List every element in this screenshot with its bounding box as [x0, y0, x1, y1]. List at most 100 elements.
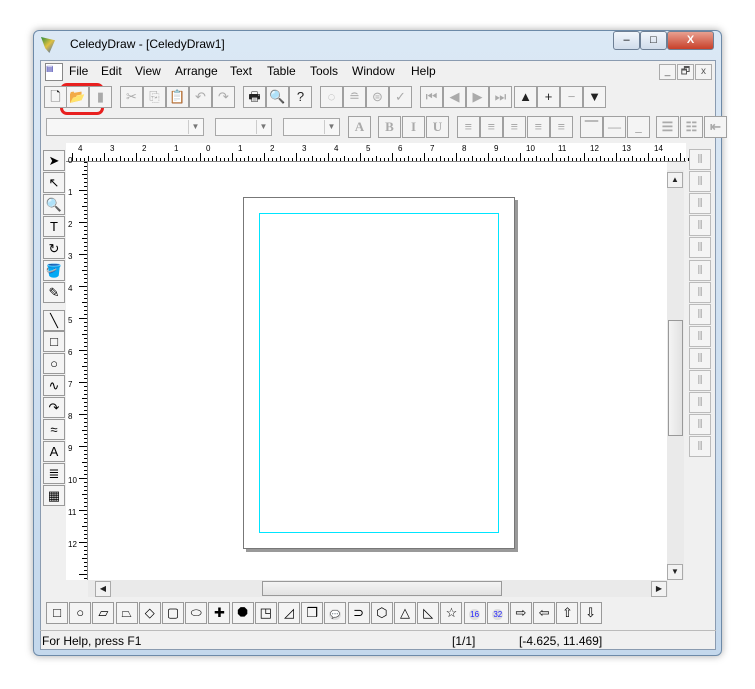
star-shape-button[interactable]: ☆	[440, 602, 463, 624]
scroll-up-button[interactable]: ▲	[667, 172, 683, 188]
print-preview-button[interactable]: 🔍	[266, 86, 289, 108]
ellipse-tool[interactable]: ○	[43, 353, 65, 374]
distribute-right-button[interactable]: ⫼	[689, 414, 711, 436]
maximize-button[interactable]: □	[640, 31, 667, 50]
seal32-shape-button[interactable]: 32	[486, 602, 509, 624]
mdi-close-button[interactable]: x	[695, 64, 712, 80]
print-button[interactable]: 🖶	[243, 86, 266, 108]
underline-button[interactable]: U	[426, 116, 449, 138]
curve-tool[interactable]: ∿	[43, 375, 65, 396]
align-vcenter-button[interactable]: ⫼	[689, 237, 711, 259]
hexagon-shape-button[interactable]: ⬡	[370, 602, 393, 624]
font-name-select[interactable]: ▼	[46, 118, 204, 136]
document-icon[interactable]: ▤	[45, 63, 63, 81]
copy-button[interactable]: ⎘	[143, 86, 166, 108]
circle-shape-button[interactable]: ○	[69, 602, 92, 624]
parallelogram-shape-button[interactable]: ▱	[92, 602, 115, 624]
next-page-button[interactable]: ▶	[466, 86, 489, 108]
undo-button[interactable]: ↶	[189, 86, 212, 108]
font-size-select[interactable]: ▼	[215, 118, 272, 136]
indent-button[interactable]: ⇤	[704, 116, 727, 138]
add-page-button[interactable]: +	[537, 86, 560, 108]
arrow-up-shape-button[interactable]: ⇧	[556, 602, 579, 624]
seal16-shape-button[interactable]: 16	[463, 602, 486, 624]
bold-button[interactable]: B	[378, 116, 401, 138]
align-left-edges-button[interactable]: ⫼	[689, 149, 711, 170]
mdi-restore-button[interactable]: 🗗	[677, 64, 694, 80]
distribute-bottom-button[interactable]: ⫼	[689, 325, 711, 347]
close-button[interactable]: X	[667, 31, 714, 50]
arrow-down-shape-button[interactable]: ⇩	[579, 602, 602, 624]
menu-window[interactable]: Window	[352, 64, 395, 78]
scroll-right-button[interactable]: ▶	[651, 581, 667, 597]
callout-shape-button[interactable]: 💬	[324, 602, 347, 624]
mdi-minimize-button[interactable]: _	[659, 64, 676, 80]
save-button[interactable]: ▮	[89, 86, 112, 108]
select-arrow-tool[interactable]: ➤	[43, 150, 65, 171]
align-bottom-button[interactable]: ⫼	[689, 259, 711, 281]
node-edit-tool[interactable]: ↖	[43, 172, 65, 193]
menu-help[interactable]: Help	[411, 64, 436, 78]
diamond-shape-button[interactable]: ◇	[138, 602, 161, 624]
octagon-ellipse-shape-button[interactable]: ⬭	[185, 602, 208, 624]
text-circle-button[interactable]: ⊜	[366, 86, 389, 108]
line-tool[interactable]: ╲	[43, 310, 65, 331]
horizontal-scroll-thumb[interactable]	[262, 581, 502, 596]
pen-tool[interactable]: ✎	[43, 282, 65, 303]
rounded-rect-shape-button[interactable]: ▢	[162, 602, 184, 624]
align-right-edges-button[interactable]: ⫼	[689, 193, 711, 215]
circle-text-button[interactable]: ◌	[320, 86, 343, 108]
table-tool[interactable]: ▦	[43, 485, 65, 506]
open-button[interactable]: 📂	[66, 86, 89, 108]
valign-bottom-button[interactable]: _	[627, 116, 650, 138]
minimize-button[interactable]: –	[613, 31, 640, 50]
distribute-height-button[interactable]: ⫼	[689, 347, 711, 369]
octagon-shape-button[interactable]: ⯃	[231, 602, 254, 624]
triangle-shape-button[interactable]: △	[394, 602, 416, 624]
new-button[interactable]: 🗋	[44, 86, 67, 108]
vertical-scroll-thumb[interactable]	[668, 320, 683, 436]
scroll-down-button[interactable]: ▼	[667, 564, 683, 580]
zoom-tool[interactable]: 🔍	[43, 194, 65, 215]
move-down-button[interactable]: ▼	[583, 86, 606, 108]
text-tool-tool[interactable]: T	[43, 216, 65, 237]
valign-middle-button[interactable]: —	[603, 116, 626, 138]
art-text-tool[interactable]: A	[43, 441, 65, 462]
text-shape-button[interactable]: ≘	[343, 86, 366, 108]
align-right-button[interactable]: ≡	[503, 116, 526, 138]
distribute-vcenter-button[interactable]: ⫼	[689, 303, 711, 325]
font-style-select[interactable]: ▼	[283, 118, 340, 136]
align-hcenter-button[interactable]: ⫼	[689, 171, 711, 193]
justify-all-button[interactable]: ≡	[550, 116, 573, 138]
italic-button[interactable]: I	[402, 116, 425, 138]
menu-file[interactable]: File	[69, 64, 88, 78]
arrow-left-shape-button[interactable]: ⇦	[533, 602, 556, 624]
menu-text[interactable]: Text	[230, 64, 252, 78]
page[interactable]	[243, 197, 515, 549]
first-page-button[interactable]: ⏮	[420, 86, 443, 108]
help-button[interactable]: ?	[289, 86, 312, 108]
snip-rect-shape-button[interactable]: ◳	[254, 602, 277, 624]
scroll-left-button[interactable]: ◀	[95, 581, 111, 597]
last-page-button[interactable]: ⏭	[489, 86, 512, 108]
cut-button[interactable]: ✂	[120, 86, 143, 108]
paragraph-tool[interactable]: ≣	[43, 463, 65, 484]
freehand-tool[interactable]: ≈	[43, 419, 65, 440]
distribute-top-button[interactable]: ⫼	[689, 281, 711, 303]
menu-tools[interactable]: Tools	[310, 64, 338, 78]
bullet-list-button[interactable]: ☷	[680, 116, 703, 138]
menu-edit[interactable]: Edit	[101, 64, 122, 78]
align-top-button[interactable]: ⫼	[689, 215, 711, 237]
valign-top-button[interactable]: ⎺	[580, 116, 603, 138]
rect-shape-button[interactable]: □	[46, 602, 68, 624]
distribute-left-button[interactable]: ⫼	[689, 370, 711, 391]
rectangle-tool[interactable]: □	[43, 331, 65, 352]
remove-page-button[interactable]: −	[560, 86, 583, 108]
align-center-button[interactable]: ≡	[480, 116, 503, 138]
move-up-button[interactable]: ▲	[514, 86, 537, 108]
prev-page-button[interactable]: ◀	[443, 86, 466, 108]
right-triangle-shape-button[interactable]: ◺	[417, 602, 440, 624]
drawing-canvas[interactable]	[88, 162, 667, 580]
distribute-width-button[interactable]: ⫼	[689, 436, 711, 458]
distribute-hcenter-button[interactable]: ⫼	[689, 392, 711, 414]
